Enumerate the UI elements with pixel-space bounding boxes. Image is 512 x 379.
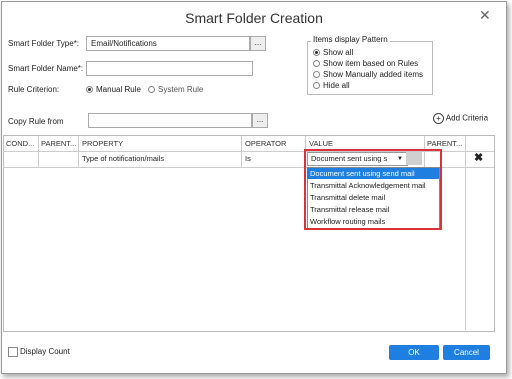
system-rule-label: System Rule xyxy=(158,85,204,94)
display-count-checkbox[interactable] xyxy=(8,347,18,357)
display-count-label: Display Count xyxy=(20,347,70,356)
header-condition[interactable]: COND... xyxy=(6,136,34,151)
pattern-show-rules-radio[interactable]: Show item based on Rules xyxy=(313,59,418,68)
header-property[interactable]: PROPERTY xyxy=(82,136,123,151)
manual-rule-radio[interactable]: Manual Rule xyxy=(86,85,141,94)
system-rule-radio[interactable]: System Rule xyxy=(148,85,203,94)
radio-unselected-icon xyxy=(313,82,320,90)
radio-selected-icon xyxy=(313,49,320,57)
pattern-show-all-radio[interactable]: Show all xyxy=(313,48,353,57)
grid-col-divider xyxy=(78,136,79,167)
radio-unselected-icon xyxy=(313,60,320,68)
grid-col-divider xyxy=(38,136,39,167)
cancel-button[interactable]: Cancel xyxy=(443,345,490,360)
close-icon[interactable]: ✕ xyxy=(479,7,491,24)
copy-rule-field[interactable] xyxy=(88,113,252,128)
radio-selected-icon xyxy=(86,86,93,94)
smart-folder-name-label: Smart Folder Name*: xyxy=(8,64,84,73)
add-criteria-button[interactable]: + Add Criteria xyxy=(433,113,488,124)
pattern-hide-all-radio[interactable]: Hide all xyxy=(313,81,350,90)
pattern-show-manual-radio[interactable]: Show Manually added items xyxy=(313,70,423,79)
pattern-option-label: Show all xyxy=(323,48,354,57)
pattern-option-label: Show Manually added items xyxy=(323,70,424,79)
radio-unselected-icon xyxy=(313,71,320,79)
rule-criterion-label: Rule Criterion: xyxy=(8,85,60,94)
copy-rule-browse-button[interactable]: ... xyxy=(252,113,268,128)
radio-unselected-icon xyxy=(148,86,155,94)
dialog-title: Smart Folder Creation xyxy=(185,10,323,26)
plus-circle-icon: + xyxy=(433,113,444,124)
ok-button[interactable]: OK xyxy=(389,345,439,360)
pattern-option-label: Hide all xyxy=(323,81,350,90)
add-criteria-label: Add Criteria xyxy=(445,113,489,123)
row-operator-cell: Is xyxy=(245,154,251,163)
smart-folder-type-field[interactable]: Email/Notifications xyxy=(86,36,250,51)
smart-folder-type-label: Smart Folder Type*: xyxy=(8,39,79,48)
row-property-cell: Type of notification/mails xyxy=(82,154,165,163)
delete-row-icon[interactable]: ✖ xyxy=(474,151,483,164)
manual-rule-label: Manual Rule xyxy=(96,85,141,94)
copy-rule-label: Copy Rule from xyxy=(8,117,64,126)
smart-folder-type-browse-button[interactable]: ... xyxy=(250,36,266,51)
smart-folder-name-input[interactable] xyxy=(86,61,253,76)
grid-col-divider xyxy=(465,136,466,330)
highlight-annotation-box xyxy=(304,149,442,230)
grid-col-divider xyxy=(241,136,242,167)
header-parent[interactable]: PARENT... xyxy=(41,136,76,151)
items-display-pattern-legend: Items display Pattern xyxy=(311,35,390,44)
pattern-option-label: Show item based on Rules xyxy=(323,59,419,68)
header-operator[interactable]: OPERATOR xyxy=(245,136,286,151)
